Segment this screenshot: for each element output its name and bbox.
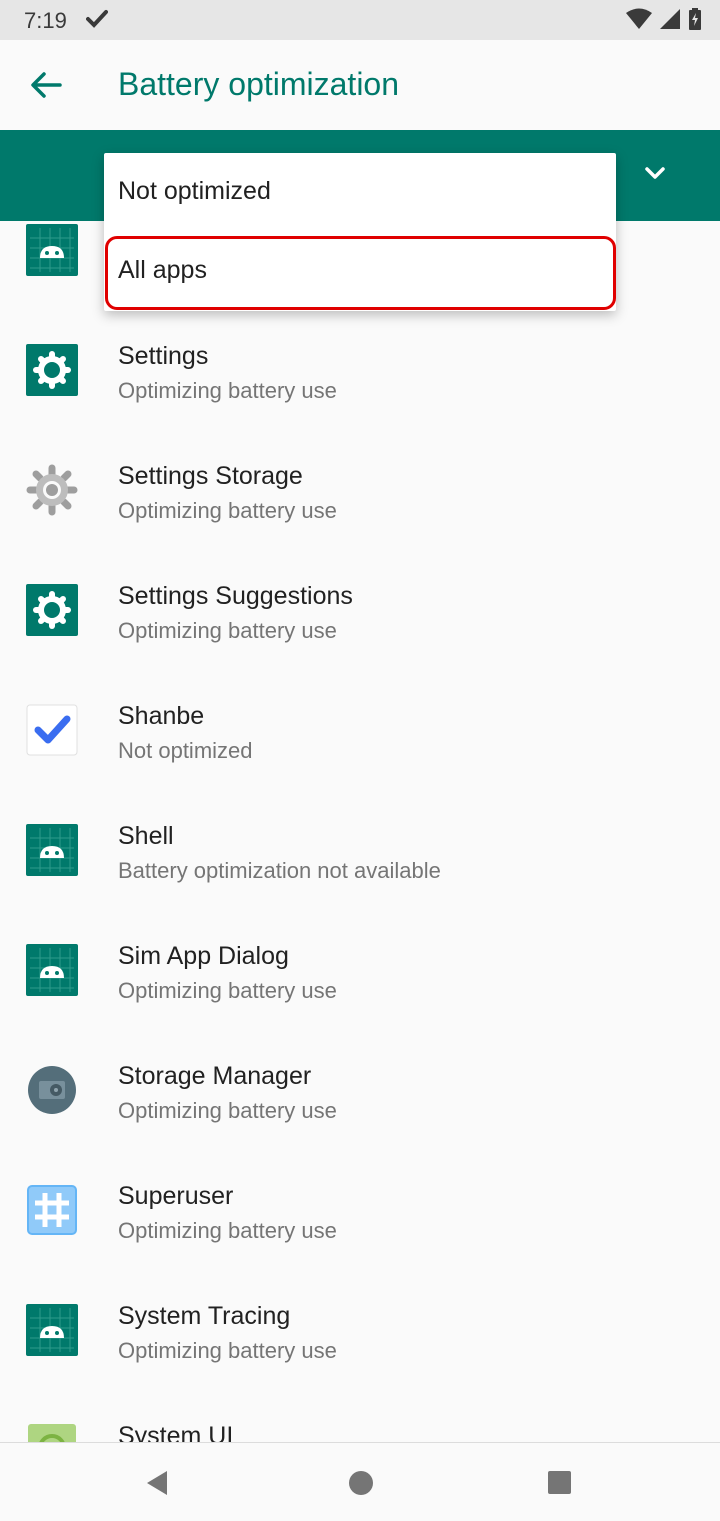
list-item[interactable]: System UI (0, 1394, 720, 1442)
navigation-bar (0, 1442, 720, 1521)
android-icon (26, 944, 78, 996)
gray-gear-icon (26, 464, 78, 516)
app-title: Shanbe (118, 702, 205, 730)
app-title: Settings (118, 342, 209, 370)
dropdown-option-not-optimized[interactable]: Not optimized (104, 153, 616, 231)
nav-home-icon[interactable] (349, 1471, 373, 1495)
list-item[interactable]: Settings Storage Optimizing battery use (0, 434, 720, 554)
check-icon (86, 9, 108, 34)
list-item[interactable]: Superuser Optimizing battery use (0, 1154, 720, 1274)
dropdown-option-label: Not optimized (118, 177, 271, 205)
app-status: Not optimized (118, 738, 253, 763)
android-icon (26, 224, 78, 276)
list-item[interactable]: Shanbe Not optimized (0, 674, 720, 794)
list-item[interactable]: Shell Battery optimization not available (0, 794, 720, 914)
app-status: Optimizing battery use (118, 378, 337, 403)
cell-signal-icon (660, 9, 680, 34)
status-bar: 7:19 (0, 0, 720, 40)
app-status: Optimizing battery use (118, 1098, 337, 1123)
app-title: Sim App Dialog (118, 942, 289, 970)
app-title: System Tracing (118, 1302, 291, 1330)
app-status: Optimizing battery use (118, 498, 337, 523)
list-item[interactable]: Storage Manager Optimizing battery use (0, 1034, 720, 1154)
app-title: System UI (118, 1422, 234, 1442)
battery-icon (688, 8, 702, 35)
list-item[interactable]: Settings Optimizing battery use (0, 314, 720, 434)
app-title: Settings Suggestions (118, 582, 353, 610)
nav-back-icon[interactable] (145, 1470, 169, 1501)
storage-manager-icon (26, 1064, 78, 1116)
wifi-icon (626, 8, 652, 35)
status-time: 7:19 (24, 8, 67, 33)
android-icon (26, 824, 78, 876)
app-status: Optimizing battery use (118, 978, 337, 1003)
app-bar: Battery optimization (0, 40, 720, 130)
list-item[interactable]: Settings Suggestions Optimizing battery … (0, 554, 720, 674)
checkmark-icon (26, 704, 78, 756)
nav-recents-icon[interactable] (548, 1471, 571, 1494)
filter-dropdown-menu: Not optimized All apps (104, 153, 616, 311)
app-title: Settings Storage (118, 462, 303, 490)
app-status: Optimizing battery use (118, 1338, 337, 1363)
app-status: Optimizing battery use (118, 618, 337, 643)
app-title: Superuser (118, 1182, 234, 1210)
chevron-down-icon[interactable] (640, 164, 670, 189)
status-icons (626, 8, 702, 35)
selection-highlight (105, 236, 616, 310)
hash-icon (26, 1184, 78, 1236)
list-item[interactable]: Sim App Dialog Optimizing battery use (0, 914, 720, 1034)
page-title: Battery optimization (118, 66, 400, 102)
app-status: Battery optimization not available (118, 858, 441, 883)
android-icon (26, 1304, 78, 1356)
app-title: Storage Manager (118, 1062, 312, 1090)
list-item[interactable]: System Tracing Optimizing battery use (0, 1274, 720, 1394)
app-status: Optimizing battery use (118, 1218, 337, 1243)
back-arrow-icon[interactable] (30, 70, 62, 105)
app-title: Shell (118, 822, 174, 850)
settings-gear-icon (26, 344, 78, 396)
settings-gear-icon (26, 584, 78, 636)
system-ui-icon (26, 1424, 78, 1442)
